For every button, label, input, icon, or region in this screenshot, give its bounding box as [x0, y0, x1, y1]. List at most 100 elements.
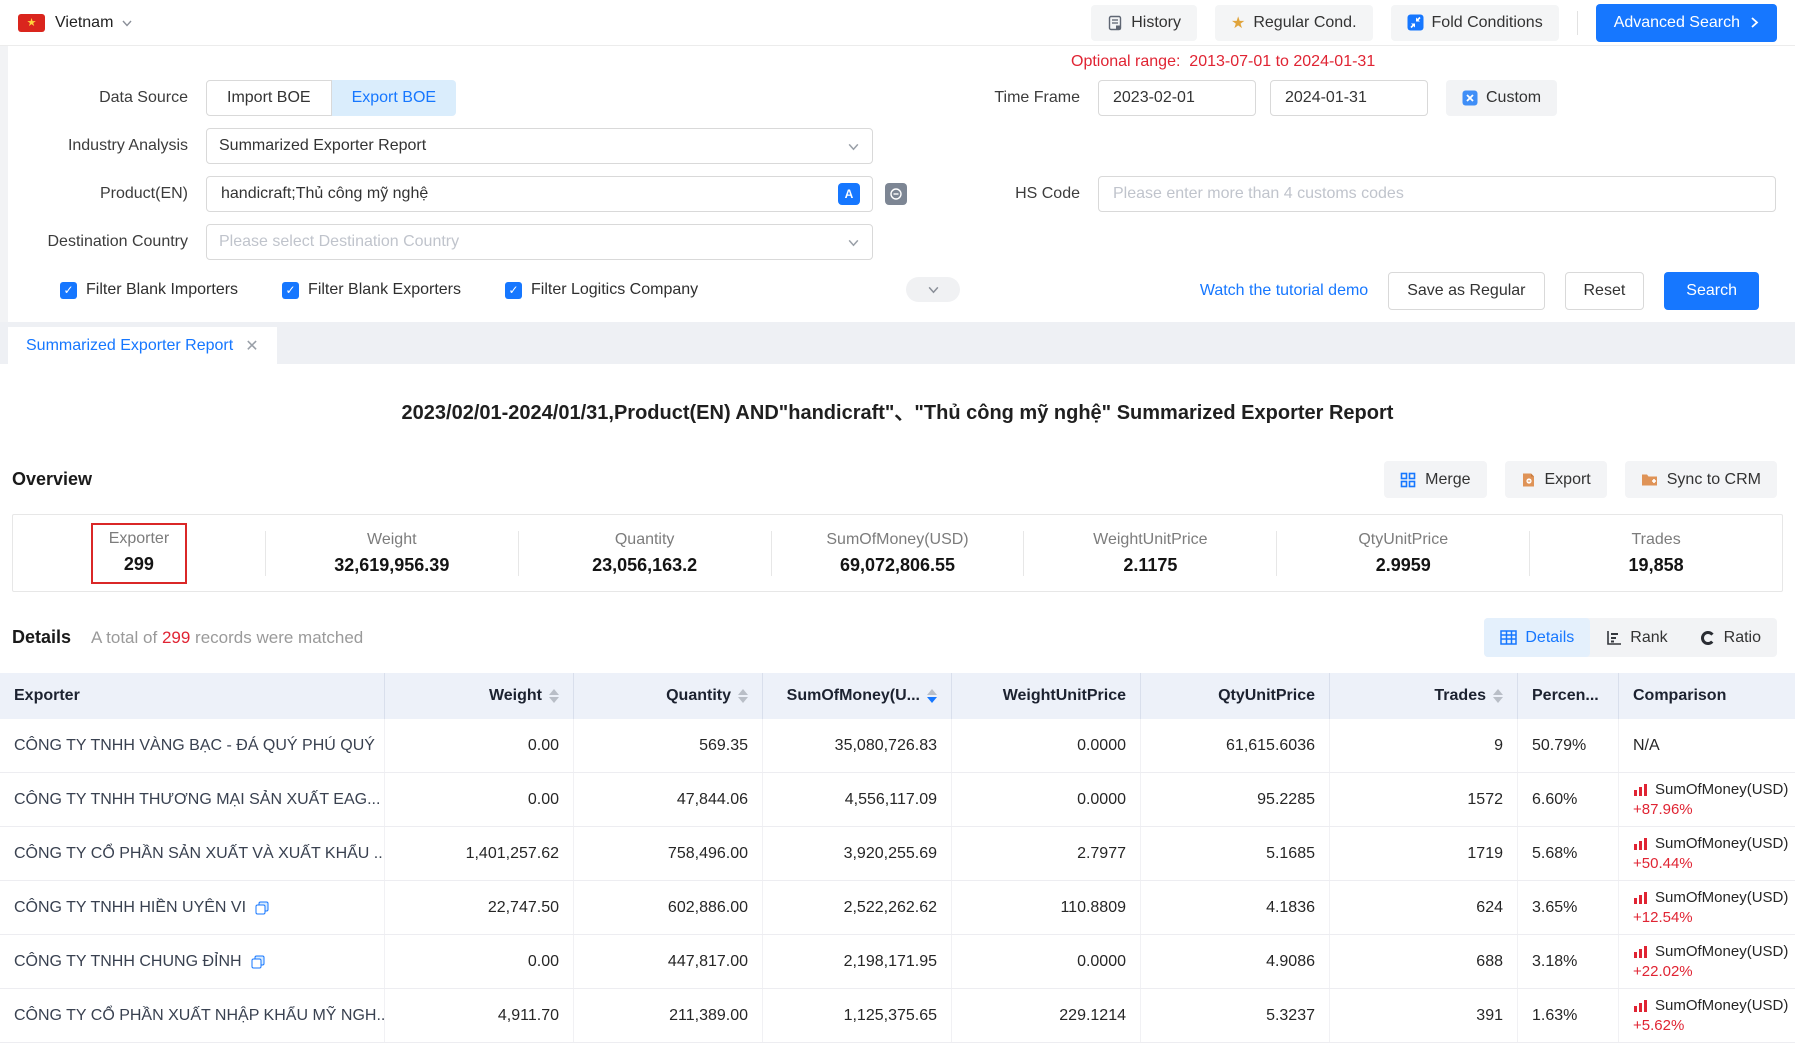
- comparison-change: +87.96%: [1633, 801, 1693, 818]
- tutorial-link[interactable]: Watch the tutorial demo: [1200, 282, 1368, 300]
- view-ratio-button[interactable]: Ratio: [1684, 618, 1777, 657]
- time-frame-group: Time Frame Custom: [976, 80, 1557, 116]
- tab-bar: Summarized Exporter Report ✕: [0, 322, 1795, 364]
- filter-logistics-label: Filter Logitics Company: [531, 281, 698, 299]
- stat-value: 32,619,956.39: [266, 555, 518, 576]
- regular-cond-label: Regular Cond.: [1253, 14, 1356, 32]
- chevron-down-icon: [847, 236, 860, 249]
- col-sum-of-money[interactable]: SumOfMoney(U...: [762, 673, 951, 719]
- stat-value: 299: [109, 554, 169, 575]
- product-row: Product(EN) A HS Code: [26, 176, 1777, 212]
- tab-summarized-exporter-report[interactable]: Summarized Exporter Report ✕: [8, 327, 277, 364]
- date-from-field[interactable]: [1098, 80, 1256, 116]
- fold-conditions-icon: [1407, 14, 1424, 31]
- search-button[interactable]: Search: [1664, 272, 1759, 310]
- comparison-cell: SumOfMoney(USD) +12.54%: [1618, 881, 1795, 934]
- stat-value: 69,072,806.55: [772, 555, 1024, 576]
- view-details-button[interactable]: Details: [1484, 618, 1590, 657]
- comparison-change: +50.44%: [1633, 855, 1693, 872]
- filter-logistics-checkbox[interactable]: ✓ Filter Logitics Company: [505, 281, 698, 299]
- fold-conditions-button[interactable]: Fold Conditions: [1391, 5, 1559, 41]
- comparison-change: +5.62%: [1633, 1017, 1684, 1034]
- date-to-field[interactable]: [1270, 80, 1428, 116]
- stat-label: Exporter: [109, 530, 169, 548]
- industry-select[interactable]: Summarized Exporter Report: [206, 128, 873, 164]
- table-row[interactable]: CÔNG TY TNHH HIỀN UYÊN VI 22,747.50 602,…: [0, 881, 1795, 935]
- exporter-cell[interactable]: CÔNG TY CỔ PHẦN XUẤT NHẬP KHẨU MỸ NGH...: [0, 989, 384, 1042]
- sort-icon-active[interactable]: [927, 689, 937, 703]
- exact-match-icon[interactable]: [885, 183, 907, 205]
- stat-exporter: Exporter 299: [13, 523, 265, 584]
- vietnam-flag-icon: ★: [18, 14, 45, 32]
- sort-icon[interactable]: [1493, 689, 1503, 703]
- topbar-divider: [1577, 11, 1578, 35]
- country-selector[interactable]: Vietnam: [55, 14, 113, 32]
- export-button[interactable]: Export: [1505, 461, 1607, 498]
- merge-button[interactable]: Merge: [1384, 461, 1486, 498]
- collapse-conditions-button[interactable]: [906, 277, 960, 302]
- weight-unit-price-cell: 0.0000: [951, 773, 1140, 826]
- advanced-search-button[interactable]: Advanced Search: [1596, 4, 1777, 42]
- stat-quantity: Quantity 23,056,163.2: [518, 531, 771, 576]
- translate-icon[interactable]: A: [838, 183, 860, 205]
- copy-icon[interactable]: [255, 901, 269, 915]
- chevron-down-icon[interactable]: [121, 17, 133, 29]
- stat-label: QtyUnitPrice: [1277, 531, 1529, 549]
- reset-button[interactable]: Reset: [1565, 272, 1645, 310]
- percent-cell: 5.68%: [1517, 827, 1618, 880]
- table-row[interactable]: CÔNG TY TNHH VÀNG BẠC - ĐÁ QUÝ PHÚ QUÝ 0…: [0, 719, 1795, 773]
- col-comparison: Comparison: [1618, 673, 1795, 719]
- stat-weight-unit-price: WeightUnitPrice 2.1175: [1023, 531, 1276, 576]
- table-row[interactable]: CÔNG TY CỔ PHẦN SẢN XUẤT VÀ XUẤT KHẨU ..…: [0, 827, 1795, 881]
- view-rank-button[interactable]: Rank: [1590, 618, 1683, 657]
- quantity-cell: 47,844.06: [573, 773, 762, 826]
- sort-icon[interactable]: [738, 689, 748, 703]
- trend-chart-icon: [1633, 891, 1648, 904]
- exporter-cell[interactable]: CÔNG TY TNHH CHUNG ĐỈNH: [0, 935, 384, 988]
- table-row[interactable]: CÔNG TY TNHH THƯƠNG MẠI SẢN XUẤT EAG... …: [0, 773, 1795, 827]
- merge-icon: [1400, 472, 1416, 488]
- overview-stats-card: Exporter 299 Weight 32,619,956.39 Quanti…: [12, 514, 1783, 592]
- sort-icon[interactable]: [549, 689, 559, 703]
- import-boe-button[interactable]: Import BOE: [206, 80, 332, 116]
- sum-cell: 2,522,262.62: [762, 881, 951, 934]
- export-boe-button[interactable]: Export BOE: [332, 80, 456, 116]
- product-field[interactable]: A: [206, 176, 873, 212]
- history-label: History: [1131, 14, 1181, 32]
- col-quantity[interactable]: Quantity: [573, 673, 762, 719]
- records-count: 299: [162, 628, 190, 647]
- sync-crm-icon: [1641, 472, 1658, 487]
- weight-cell: 0.00: [384, 773, 573, 826]
- overview-header: Overview Merge Export Sync to CRM: [12, 461, 1777, 498]
- col-trades[interactable]: Trades: [1329, 673, 1517, 719]
- exporter-cell[interactable]: CÔNG TY TNHH HIỀN UYÊN VI: [0, 881, 384, 934]
- filter-blank-exporters-checkbox[interactable]: ✓ Filter Blank Exporters: [282, 281, 461, 299]
- custom-range-button[interactable]: Custom: [1446, 80, 1557, 116]
- table-row[interactable]: CÔNG TY CỔ PHẦN XUẤT NHẬP KHẨU MỸ NGH...…: [0, 989, 1795, 1043]
- checkbox-checked-icon: ✓: [60, 282, 77, 299]
- weight-cell: 0.00: [384, 719, 573, 772]
- regular-cond-button[interactable]: ★ Regular Cond.: [1215, 5, 1373, 41]
- exporter-cell[interactable]: CÔNG TY TNHH THƯƠNG MẠI SẢN XUẤT EAG...: [0, 773, 384, 826]
- overview-heading: Overview: [12, 469, 92, 490]
- comparison-cell: SumOfMoney(USD) +50.44%: [1618, 827, 1795, 880]
- product-input[interactable]: [219, 184, 830, 204]
- close-icon[interactable]: ✕: [245, 336, 258, 356]
- history-button[interactable]: History: [1091, 5, 1197, 41]
- col-weight[interactable]: Weight: [384, 673, 573, 719]
- weight-unit-price-cell: 110.8809: [951, 881, 1140, 934]
- exporter-cell[interactable]: CÔNG TY CỔ PHẦN SẢN XUẤT VÀ XUẤT KHẨU ..…: [0, 827, 384, 880]
- exporter-cell[interactable]: CÔNG TY TNHH VÀNG BẠC - ĐÁ QUÝ PHÚ QUÝ: [0, 719, 384, 772]
- hs-code-field[interactable]: [1098, 176, 1776, 212]
- hs-code-input[interactable]: [1111, 184, 1763, 204]
- filter-blank-importers-checkbox[interactable]: ✓ Filter Blank Importers: [60, 281, 238, 299]
- percent-cell: 1.63%: [1517, 989, 1618, 1042]
- destination-select[interactable]: Please select Destination Country: [206, 224, 873, 260]
- rank-icon: [1606, 630, 1622, 645]
- qty-unit-price-cell: 4.9086: [1140, 935, 1329, 988]
- save-as-regular-button[interactable]: Save as Regular: [1388, 272, 1544, 310]
- table-row[interactable]: CÔNG TY TNHH CHUNG ĐỈNH 0.00 447,817.00 …: [0, 935, 1795, 989]
- copy-icon[interactable]: [251, 955, 265, 969]
- filters-row: ✓ Filter Blank Importers ✓ Filter Blank …: [26, 272, 1777, 308]
- sync-to-crm-button[interactable]: Sync to CRM: [1625, 461, 1777, 498]
